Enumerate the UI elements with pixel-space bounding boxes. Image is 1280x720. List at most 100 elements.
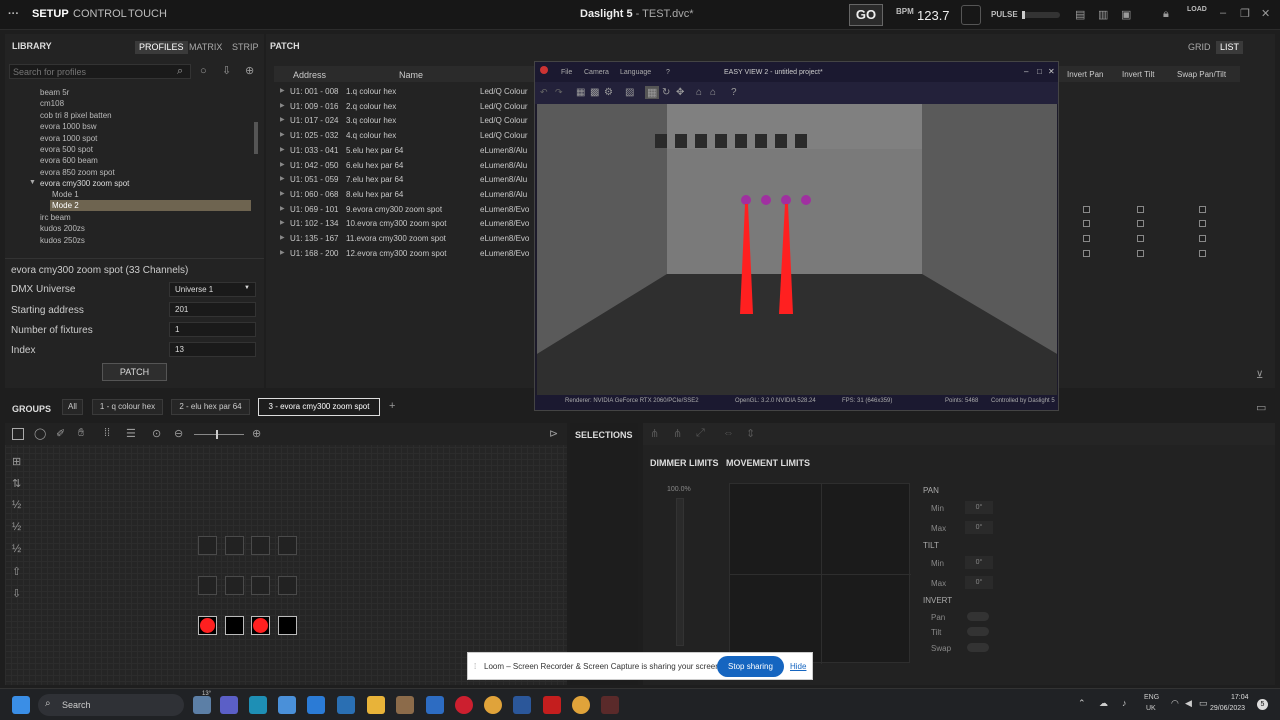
fixture-cell[interactable]: [225, 576, 244, 595]
menu-language[interactable]: Language: [620, 69, 651, 76]
list-item[interactable]: evora 850 zoom spot: [40, 168, 115, 177]
movement-area[interactable]: [729, 483, 911, 664]
arrow-down-icon[interactable]: ⇩: [12, 587, 21, 600]
group-evora-cmy300[interactable]: 3 - evora cmy300 zoom spot: [258, 398, 380, 416]
list-item[interactable]: cm108: [40, 99, 64, 108]
chevron-up-icon[interactable]: ⌃: [1078, 698, 1086, 709]
fan-icon[interactable]: ⋔: [673, 427, 682, 440]
vertical-arrows-icon[interactable]: ⇕: [746, 427, 755, 440]
list-item-mode2[interactable]: Mode 2: [52, 201, 79, 210]
table-row[interactable]: ▶ U1: 102 - 134 10.evora cmy300 zoom spot e…: [278, 217, 534, 231]
mail-icon[interactable]: [337, 696, 355, 714]
lang-primary[interactable]: ENG: [1144, 694, 1159, 701]
table-row[interactable]: ▶ U1: 033 - 041 5.elu hex par 64 eLumen8/Al…: [278, 144, 534, 158]
list-item[interactable]: irc beam: [40, 213, 71, 222]
stop-sharing-button[interactable]: Stop sharing: [717, 656, 784, 677]
lang-secondary[interactable]: UK: [1146, 705, 1156, 712]
fixture-count-field[interactable]: 1: [169, 322, 256, 337]
collapse-icon[interactable]: ⊻: [1256, 370, 1263, 381]
tap-icon[interactable]: [961, 5, 981, 25]
expand-row-icon[interactable]: ▶: [280, 161, 285, 168]
ev-close-icon[interactable]: ✕: [1048, 67, 1055, 76]
fixture-cell[interactable]: [225, 536, 244, 555]
invert-pan-toggle[interactable]: [967, 612, 989, 621]
chrome-icon[interactable]: [572, 696, 590, 714]
swap-pan-tilt-checkbox[interactable]: [1199, 249, 1206, 257]
restore-icon[interactable]: ❐: [1240, 7, 1250, 20]
paint-select-icon[interactable]: ✐: [56, 427, 65, 440]
zoom-slider[interactable]: [194, 430, 244, 439]
grid-layout-icon[interactable]: ⊞: [12, 455, 21, 468]
notification-badge[interactable]: 5: [1257, 699, 1268, 710]
invert-tilt-checkbox[interactable]: [1137, 249, 1144, 257]
keyboard-icon[interactable]: ▤: [1075, 8, 1085, 21]
minimize-icon[interactable]: –: [1220, 7, 1226, 19]
hand-icon[interactable]: ✋︎: [78, 427, 84, 440]
profile-search-input[interactable]: [9, 64, 191, 79]
library-scrollbar[interactable]: [254, 122, 258, 154]
selected-mode-row[interactable]: [50, 200, 251, 211]
screen-icon[interactable]: ▣: [1121, 8, 1131, 21]
swap-pan-tilt-checkbox[interactable]: [1199, 205, 1206, 213]
drag-handle-icon[interactable]: ⁞: [474, 662, 476, 671]
word-icon[interactable]: [513, 696, 531, 714]
swap-pan-tilt-checkbox[interactable]: [1199, 220, 1206, 228]
app-icon[interactable]: [307, 696, 325, 714]
table-row[interactable]: ▶ U1: 025 - 032 4.q colour hex Led/Q Colour: [278, 129, 534, 143]
fixture-icon[interactable]: ⌂: [710, 87, 716, 98]
cloud-icon[interactable]: ☁: [1099, 698, 1108, 709]
swap-pan-tilt-checkbox[interactable]: [1199, 235, 1206, 242]
edge-icon[interactable]: [249, 696, 267, 714]
table-row[interactable]: ▶ U1: 009 - 016 2.q colour hex Led/Q Colour: [278, 100, 534, 114]
window-icon[interactable]: ▭: [1256, 401, 1266, 414]
view-grid-button[interactable]: GRID: [1188, 42, 1211, 52]
chrome-icon[interactable]: [484, 696, 502, 714]
half-icon[interactable]: ½: [12, 499, 21, 511]
menu-help[interactable]: ?: [666, 69, 670, 76]
list-item[interactable]: beam 5r: [40, 88, 69, 97]
tab-profiles[interactable]: PROFILES: [135, 41, 188, 54]
dmx-universe-select[interactable]: Universe 1 ▼: [169, 282, 256, 297]
list-item[interactable]: kudos 200zs: [40, 224, 85, 233]
list-item[interactable]: kudos 250zs: [40, 236, 85, 245]
fixture-cell-selected[interactable]: [278, 616, 297, 635]
windows-start-icon[interactable]: [12, 696, 30, 714]
fan-icon[interactable]: ⋔: [650, 427, 659, 440]
store-icon[interactable]: [278, 696, 296, 714]
ev-maximize-icon[interactable]: □: [1037, 67, 1042, 76]
col-invert-tilt[interactable]: Invert Tilt: [1122, 70, 1154, 79]
microphone-icon[interactable]: ♪: [1122, 698, 1127, 708]
outlook-icon[interactable]: [426, 696, 444, 714]
tab-matrix[interactable]: MATRIX: [189, 42, 222, 52]
fixture-cell[interactable]: [251, 536, 270, 555]
go-button[interactable]: GO: [849, 4, 883, 26]
col-name[interactable]: Name: [399, 70, 423, 80]
expand-row-icon[interactable]: ▶: [280, 219, 285, 226]
grid-dots-icon[interactable]: ⁞⁞: [104, 427, 110, 439]
group-elu-hex-par[interactable]: 2 - elu hex par 64: [171, 399, 250, 415]
tab-movement-limits[interactable]: MOVEMENT LIMITS: [726, 458, 810, 468]
view-list-button[interactable]: LIST: [1216, 41, 1244, 54]
list-item[interactable]: evora 1000 bsw: [40, 122, 96, 131]
grid-icon[interactable]: ▩: [590, 87, 599, 98]
folder-icon[interactable]: [367, 696, 385, 714]
stage-3d-view[interactable]: [537, 104, 1057, 399]
hide-link[interactable]: Hide: [790, 662, 806, 671]
layout-icon[interactable]: ▦: [576, 87, 585, 98]
list-item[interactable]: evora 500 spot: [40, 145, 93, 154]
help-icon[interactable]: ?: [731, 87, 737, 98]
half-icon[interactable]: ½: [12, 521, 21, 533]
clock-date[interactable]: 29/06/2023: [1210, 705, 1245, 712]
menu-camera[interactable]: Camera: [584, 69, 609, 76]
move-icon[interactable]: ✥: [676, 87, 684, 98]
app-icon[interactable]: [396, 696, 414, 714]
invert-pan-checkbox[interactable]: [1083, 249, 1090, 257]
fixture-cell[interactable]: [278, 536, 297, 555]
expand-row-icon[interactable]: ▶: [280, 131, 285, 138]
invert-tilt-checkbox[interactable]: [1137, 205, 1144, 213]
fixture-cell-selected[interactable]: [225, 616, 244, 635]
menu-file[interactable]: File: [561, 69, 572, 76]
align-icon[interactable]: ☰: [126, 427, 136, 440]
table-row[interactable]: ▶ U1: 069 - 101 9.evora cmy300 zoom spot eL…: [278, 203, 534, 217]
zoom-in-icon[interactable]: ⊕: [252, 427, 261, 440]
